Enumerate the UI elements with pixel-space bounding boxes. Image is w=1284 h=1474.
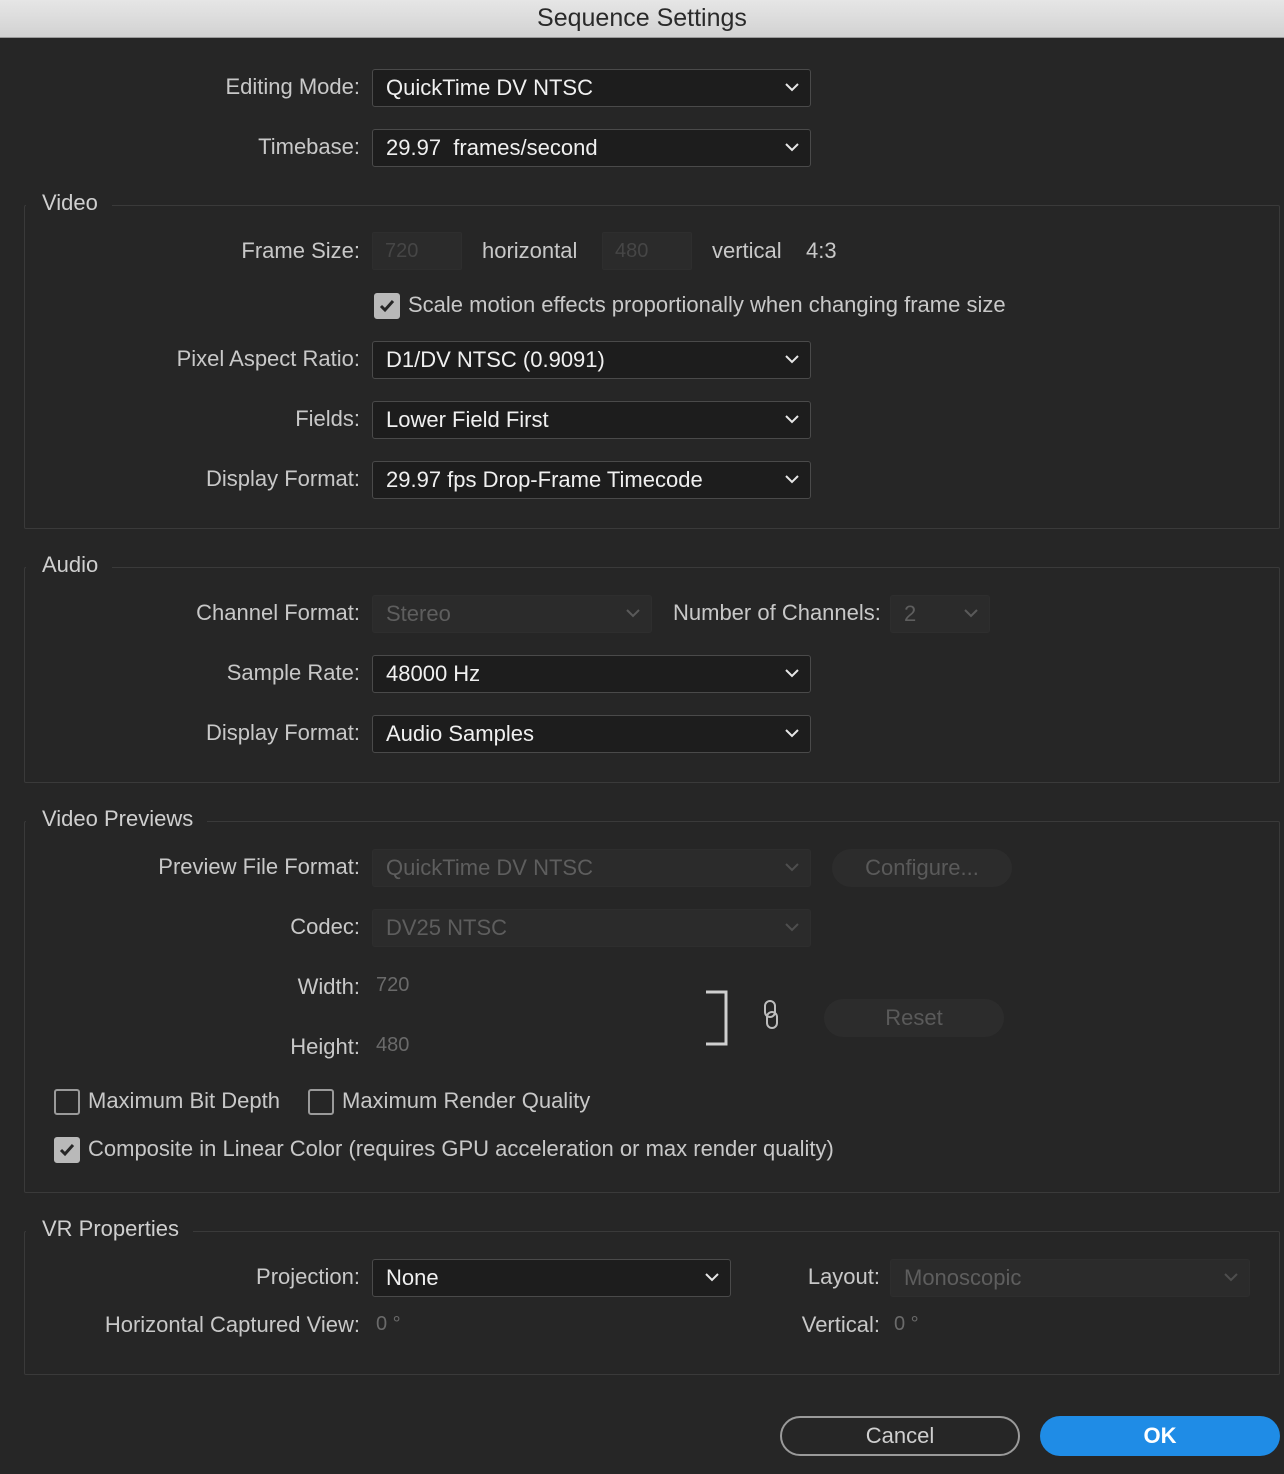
video-display-format-label: Display Format: <box>205 466 360 491</box>
ok-button[interactable]: OK <box>1040 1416 1280 1456</box>
frame-height-input[interactable]: 480 <box>602 232 692 270</box>
max-bit-depth-checkbox[interactable] <box>54 1089 80 1115</box>
chevron-down-icon <box>785 143 799 152</box>
height-label: Height: <box>290 1034 360 1059</box>
projection-dropdown[interactable]: None <box>372 1259 731 1297</box>
editing-mode-value: QuickTime DV NTSC <box>386 75 593 100</box>
chevron-down-icon <box>626 609 640 618</box>
sample-rate-value: 48000 Hz <box>386 661 481 686</box>
preview-file-format-value: QuickTime DV NTSC <box>386 855 593 880</box>
max-bit-depth-label[interactable]: Maximum Bit Depth <box>88 1088 280 1114</box>
audio-display-format-dropdown[interactable]: Audio Samples <box>372 715 811 753</box>
number-of-channels-value: 2 <box>904 601 917 626</box>
channel-format-dropdown[interactable]: Stereo <box>372 595 652 633</box>
editing-mode-label: Editing Mode: <box>225 74 360 99</box>
fields-value: Lower Field First <box>386 407 549 432</box>
timebase-value: 29.97 frames/second <box>386 135 598 160</box>
projection-label: Projection: <box>256 1264 360 1289</box>
width-label: Width: <box>297 974 360 999</box>
codec-value: DV25 NTSC <box>386 915 508 940</box>
video-display-format-value: 29.97 fps Drop-Frame Timecode <box>386 467 703 492</box>
audio-display-format-label: Display Format: <box>205 720 360 745</box>
fields-dropdown[interactable]: Lower Field First <box>372 401 811 439</box>
preview-file-format-label: Preview File Format: <box>158 854 360 879</box>
chevron-down-icon <box>964 609 978 618</box>
video-legend: Video <box>26 190 112 216</box>
preview-file-format-dropdown[interactable]: QuickTime DV NTSC <box>372 849 811 887</box>
aspect-ratio-text: 4:3 <box>806 238 837 263</box>
vr-vertical-label: Vertical: <box>801 1312 880 1337</box>
composite-linear-label[interactable]: Composite in Linear Color (requires GPU … <box>88 1136 834 1162</box>
vr-properties-group <box>24 1231 1280 1375</box>
audio-display-format-value: Audio Samples <box>386 721 534 746</box>
chevron-down-icon <box>785 475 799 484</box>
codec-label: Codec: <box>290 914 360 939</box>
layout-dropdown[interactable]: Monoscopic <box>890 1259 1250 1297</box>
chevron-down-icon <box>785 923 799 932</box>
number-of-channels-dropdown[interactable]: 2 <box>890 595 990 633</box>
frame-width-input[interactable]: 720 <box>372 232 462 270</box>
chevron-down-icon <box>785 863 799 872</box>
chevron-down-icon <box>1224 1273 1238 1282</box>
pixel-aspect-ratio-label: Pixel Aspect Ratio: <box>176 346 360 371</box>
link-icon[interactable] <box>760 998 782 1032</box>
video-display-format-dropdown[interactable]: 29.97 fps Drop-Frame Timecode <box>372 461 811 499</box>
pixel-aspect-ratio-dropdown[interactable]: D1/DV NTSC (0.9091) <box>372 341 811 379</box>
horizontal-captured-view-value[interactable]: 0 ° <box>376 1313 401 1336</box>
pixel-aspect-ratio-value: D1/DV NTSC (0.9091) <box>386 347 605 372</box>
checkmark-icon <box>379 300 395 313</box>
number-of-channels-label: Number of Channels: <box>673 600 881 625</box>
scale-motion-checkbox[interactable] <box>374 293 400 319</box>
chevron-down-icon <box>785 83 799 92</box>
sample-rate-label: Sample Rate: <box>226 660 360 685</box>
layout-label: Layout: <box>807 1264 880 1289</box>
reset-button[interactable]: Reset <box>824 999 1004 1037</box>
height-value[interactable]: 480 <box>376 1034 409 1057</box>
audio-legend: Audio <box>26 552 113 578</box>
channel-format-value: Stereo <box>386 601 451 626</box>
chevron-down-icon <box>785 669 799 678</box>
vertical-label: vertical <box>712 238 782 263</box>
chevron-down-icon <box>785 415 799 424</box>
layout-value: Monoscopic <box>904 1265 1022 1290</box>
channel-format-label: Channel Format: <box>196 600 360 625</box>
window-title: Sequence Settings <box>537 4 747 32</box>
max-render-quality-checkbox[interactable] <box>308 1089 334 1115</box>
configure-button[interactable]: Configure... <box>832 849 1012 887</box>
vr-properties-legend: VR Properties <box>26 1216 193 1242</box>
cancel-button[interactable]: Cancel <box>780 1416 1020 1456</box>
scale-motion-label[interactable]: Scale motion effects proportionally when… <box>408 292 1006 318</box>
max-render-quality-label[interactable]: Maximum Render Quality <box>342 1088 590 1114</box>
codec-dropdown[interactable]: DV25 NTSC <box>372 909 811 947</box>
timebase-label: Timebase: <box>258 134 360 159</box>
checkmark-icon <box>59 1144 75 1157</box>
chevron-down-icon <box>785 729 799 738</box>
editing-mode-dropdown[interactable]: QuickTime DV NTSC <box>372 69 811 107</box>
composite-linear-checkbox[interactable] <box>54 1137 80 1163</box>
fields-label: Fields: <box>295 406 360 431</box>
width-value[interactable]: 720 <box>376 974 409 997</box>
window-title-bar: Sequence Settings <box>0 0 1284 38</box>
frame-size-label: Frame Size: <box>241 238 360 263</box>
chevron-down-icon <box>785 355 799 364</box>
timebase-dropdown[interactable]: 29.97 frames/second <box>372 129 811 167</box>
projection-value: None <box>386 1265 439 1290</box>
sample-rate-dropdown[interactable]: 48000 Hz <box>372 655 811 693</box>
video-previews-legend: Video Previews <box>26 806 208 832</box>
vr-vertical-value[interactable]: 0 ° <box>894 1313 919 1336</box>
horizontal-label: horizontal <box>482 238 578 263</box>
horizontal-captured-view-label: Horizontal Captured View: <box>104 1312 360 1337</box>
bracket-icon <box>706 990 728 1046</box>
